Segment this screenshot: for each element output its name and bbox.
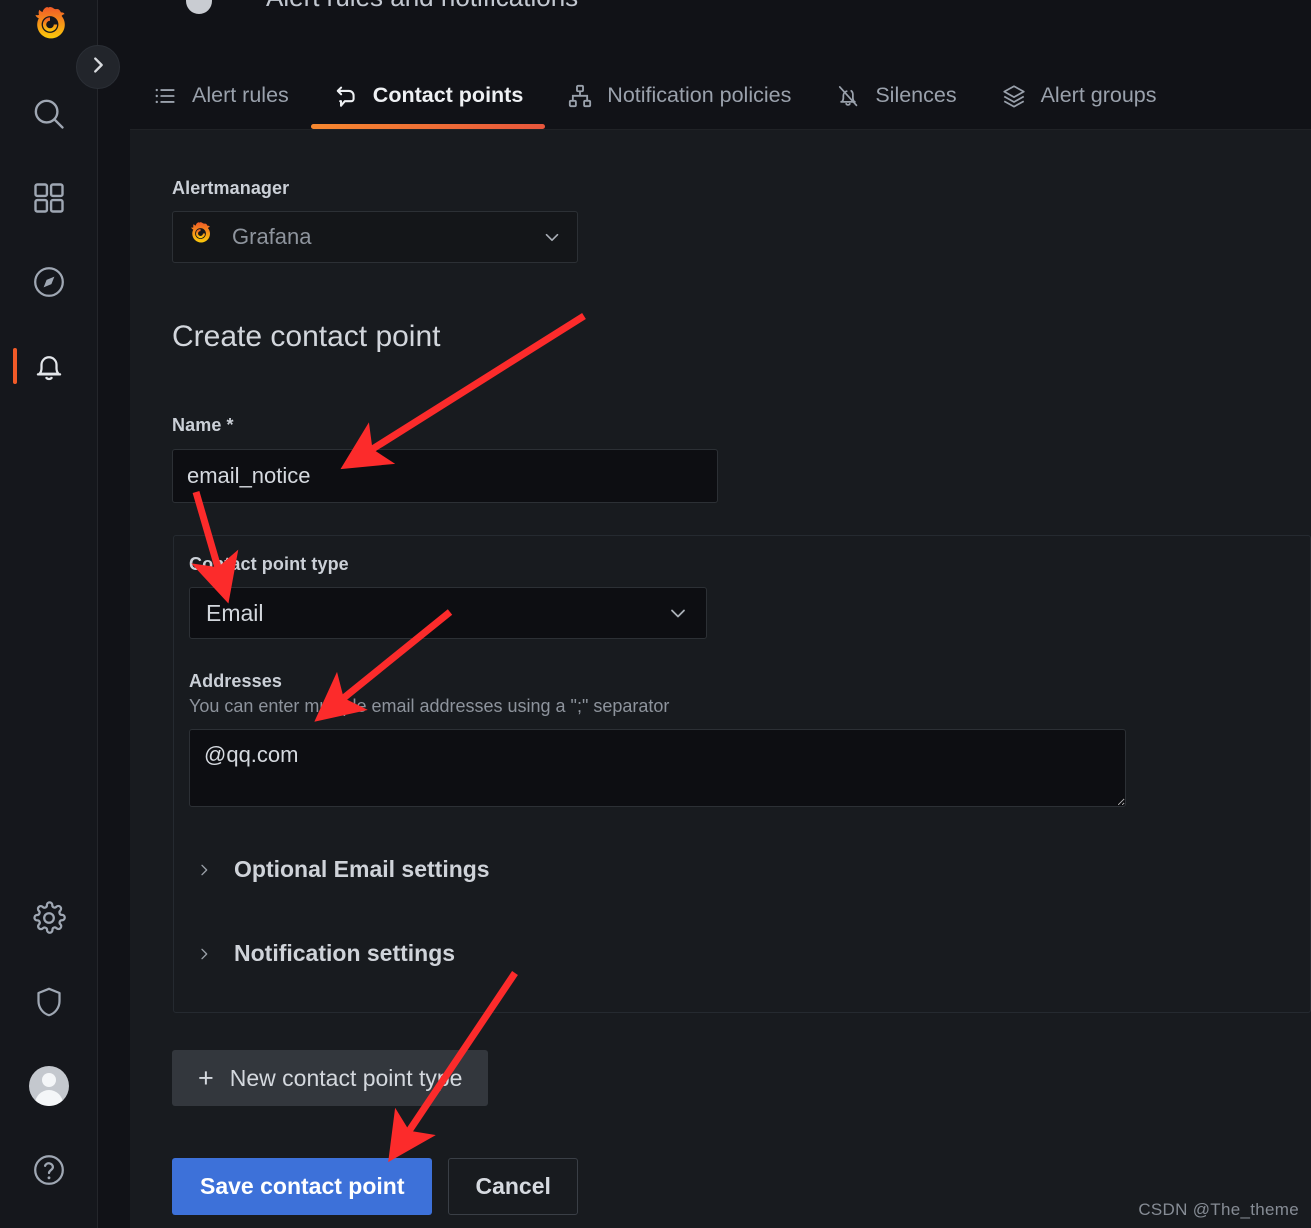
tab-contact-points[interactable]: Contact points [310, 62, 546, 129]
sidebar-item-help[interactable] [0, 1142, 97, 1198]
name-label: Name * [172, 415, 234, 435]
alertmanager-field: Alertmanager Grafana [172, 178, 578, 263]
name-field: Name * [172, 415, 718, 503]
grafana-alerting-contact-point-page: Alert rules and notifications Alert rule… [0, 0, 1311, 1228]
question-circle-icon [31, 1152, 67, 1188]
watermark: CSDN @The_theme [1138, 1200, 1299, 1219]
alertmanager-value: Grafana [232, 224, 312, 249]
gear-icon [31, 900, 67, 936]
contact-point-form-area: Alertmanager Grafana Create contact poin… [130, 130, 1311, 1228]
integration-settings-container: Contact point type Email Addresses You c… [173, 535, 1311, 1013]
sidebar-item-server-admin[interactable] [0, 974, 97, 1030]
contact-point-type-field: Contact point type Email [189, 554, 707, 639]
tab-alert-rules[interactable]: Alert rules [130, 62, 311, 129]
contact-point-type-value: Email [206, 599, 264, 626]
sidebar-item-search[interactable] [0, 86, 97, 142]
addresses-textarea[interactable] [189, 729, 1126, 807]
page-title: Alert rules and notifications [266, 0, 578, 13]
optional-email-settings-toggle[interactable]: Optional Email settings [196, 856, 490, 883]
shield-icon [31, 984, 67, 1020]
sidebar-collapse-toggle[interactable] [76, 45, 120, 89]
contact-point-type-select[interactable]: Email [189, 587, 707, 639]
addresses-label: Addresses [189, 671, 282, 691]
page-header-icon [186, 0, 212, 14]
tab-label: Alert rules [192, 83, 289, 107]
sidebar-item-dashboards[interactable] [0, 170, 97, 226]
alertmanager-select[interactable]: Grafana [172, 211, 578, 263]
grafana-logo-icon[interactable] [29, 5, 71, 47]
notification-settings-toggle[interactable]: Notification settings [196, 940, 455, 967]
addresses-field: Addresses You can enter multiple email a… [189, 671, 1126, 807]
grafana-logo-icon [187, 221, 214, 253]
tab-label: Alert groups [1040, 83, 1157, 107]
form-actions: Save contact point Cancel [172, 1158, 578, 1215]
chevron-right-icon [196, 859, 212, 881]
search-icon [30, 95, 68, 133]
alerting-tabs: Alert rules Contact points Notification … [130, 62, 1311, 130]
dashboards-grid-icon [31, 180, 67, 216]
bell-icon [31, 348, 67, 384]
tab-alert-groups[interactable]: Alert groups [979, 62, 1179, 129]
layers-icon [1001, 83, 1027, 109]
sidebar-nav-rail [0, 0, 120, 1228]
list-icon [152, 83, 178, 109]
chevron-right-icon [196, 943, 212, 965]
name-input[interactable] [172, 449, 718, 503]
alertmanager-label: Alertmanager [172, 178, 290, 198]
save-contact-point-button[interactable]: Save contact point [172, 1158, 433, 1215]
new-contact-point-type-button[interactable]: + New contact point type [172, 1050, 489, 1106]
notification-settings-label: Notification settings [234, 940, 456, 966]
new-contact-point-type-label: New contact point type [229, 1064, 463, 1091]
compass-icon [31, 264, 67, 300]
bell-slash-icon [835, 83, 861, 109]
user-avatar-icon [28, 1066, 69, 1106]
addresses-description: You can enter multiple email addresses u… [189, 696, 670, 716]
plus-icon: + [198, 1062, 214, 1093]
comment-share-icon [333, 83, 359, 109]
tab-label: Silences [875, 83, 957, 107]
chevron-down-icon [541, 226, 563, 248]
chevron-right-icon [87, 54, 109, 81]
sitemap-icon [567, 83, 593, 109]
page-header: Alert rules and notifications [98, 0, 1311, 30]
tab-notification-policies[interactable]: Notification policies [545, 62, 813, 129]
sidebar-item-profile[interactable] [0, 1058, 97, 1114]
optional-email-settings-label: Optional Email settings [234, 856, 490, 882]
contact-point-type-label: Contact point type [189, 554, 349, 574]
tab-label: Notification policies [607, 83, 792, 107]
tab-silences[interactable]: Silences [813, 62, 978, 129]
sidebar-item-configuration[interactable] [0, 890, 97, 946]
sidebar-item-alerting[interactable] [0, 338, 97, 394]
cancel-button[interactable]: Cancel [448, 1158, 578, 1215]
chevron-down-icon [666, 601, 690, 625]
form-heading: Create contact point [172, 320, 441, 353]
sidebar-item-explore[interactable] [0, 254, 97, 310]
tab-label: Contact points [372, 83, 524, 107]
